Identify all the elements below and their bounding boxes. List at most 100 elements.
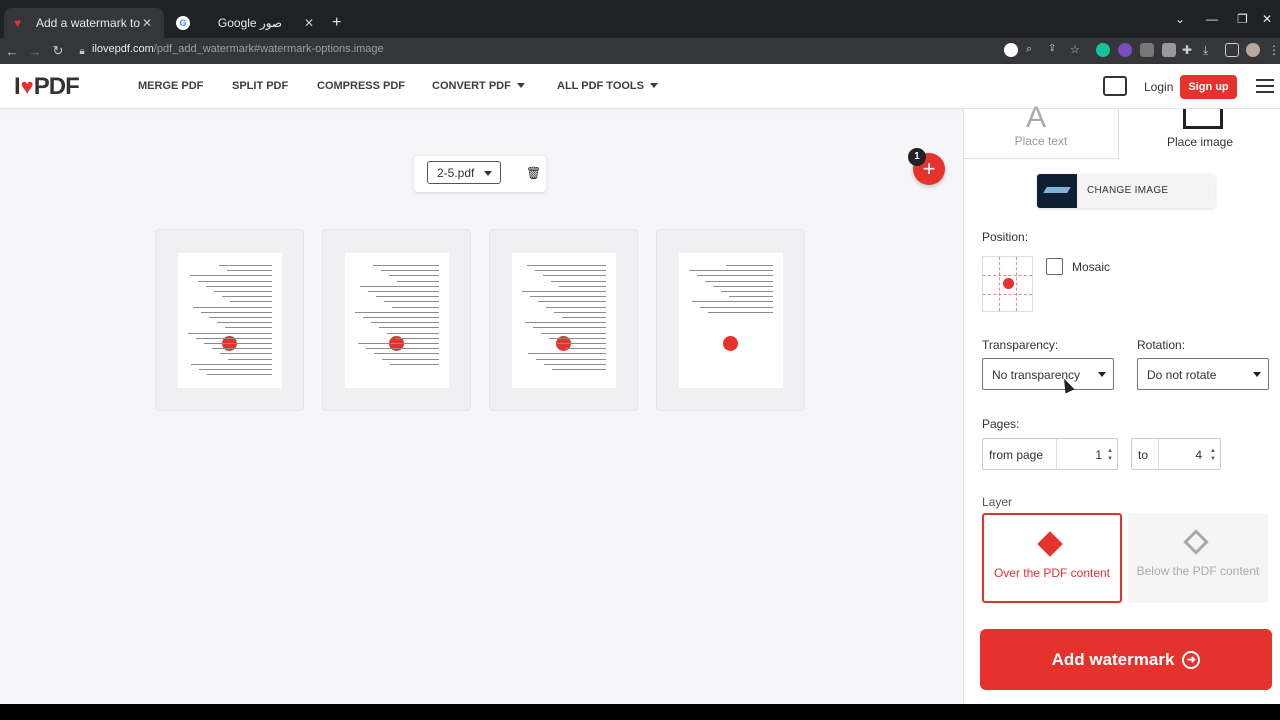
menu-label: COMPRESS PDF	[317, 80, 406, 92]
window-close-icon[interactable]: ✕	[1262, 12, 1272, 26]
menu-split-pdf[interactable]: SPLIT PDF	[232, 80, 288, 92]
page-text-line	[366, 348, 439, 350]
camera-icon[interactable]	[1162, 43, 1176, 57]
text-a-icon: A	[1026, 101, 1047, 134]
pages-label: Pages:	[982, 417, 1020, 431]
menu-compress-pdf[interactable]: COMPRESS PDF	[317, 80, 405, 92]
share-icon[interactable]: ⇪	[1048, 43, 1062, 57]
page-text-line	[689, 270, 773, 272]
from-page-field[interactable]: from page 1 ▲ ▼	[982, 438, 1118, 470]
page-card-4[interactable]	[656, 229, 805, 411]
page-text-line	[557, 343, 606, 344]
avatar[interactable]	[1246, 43, 1260, 57]
mosaic-checkbox[interactable]	[1046, 258, 1063, 275]
layers-icon	[1183, 529, 1209, 555]
transparency-select[interactable]: No transparency	[982, 358, 1114, 390]
signup-button[interactable]: Sign up	[1180, 75, 1237, 99]
page-card-1[interactable]	[155, 229, 304, 411]
file-select[interactable]: 2-5.pdf	[427, 161, 501, 184]
page-text-line	[729, 296, 773, 298]
to-page-field[interactable]: to 4 ▲ ▼	[1131, 438, 1221, 470]
page-thumbnail	[512, 253, 616, 388]
download-icon[interactable]: ⤓	[1203, 43, 1217, 57]
image-icon	[1183, 109, 1223, 129]
tab-label: Place image	[1166, 135, 1234, 149]
menu-merge-pdf[interactable]: MERGE PDF	[138, 80, 203, 92]
maximize-icon[interactable]: ❐	[1237, 12, 1248, 26]
page-text-line	[207, 374, 272, 376]
page-text-line	[196, 337, 272, 339]
puzzle-icon[interactable]: ✚	[1182, 43, 1196, 57]
page-text-line	[700, 306, 773, 308]
page-text-line	[358, 343, 439, 344]
address-bar: ← → ↻ 🔒︎ ilovepdf.com/pdf_add_watermark#…	[0, 38, 1280, 64]
reload-icon[interactable]: ↻	[47, 43, 69, 59]
google-icon[interactable]	[1004, 43, 1018, 57]
rotation-select[interactable]: Do not rotate	[1137, 358, 1269, 390]
close-icon[interactable]: ✕	[302, 16, 316, 30]
layers-icon	[1037, 531, 1063, 557]
minimize-icon[interactable]: —	[1206, 12, 1218, 26]
add-watermark-button[interactable]: Add watermark ➜	[980, 629, 1272, 690]
tab-place-text[interactable]: A Place text	[964, 101, 1119, 159]
layer-over-label: Over the PDF content	[993, 566, 1111, 580]
trash-icon[interactable]: 🗑︎	[526, 166, 541, 180]
tab-google-photos[interactable]: G Google صور ✕	[166, 8, 326, 38]
page-text-line	[708, 311, 773, 313]
page-text-line	[228, 358, 272, 360]
extension-en-icon[interactable]	[1118, 43, 1132, 57]
page-text-line	[225, 327, 272, 329]
stepper-icon[interactable]: ▲ ▼	[1107, 447, 1113, 463]
tab-label: Place text	[1014, 134, 1068, 148]
side-panel-icon[interactable]	[1225, 43, 1239, 57]
close-icon[interactable]: ✕	[140, 16, 154, 30]
bookmark-star-icon[interactable]: ☆	[1070, 43, 1084, 57]
page-text-line	[546, 306, 606, 308]
add-watermark-label: Add watermark	[1051, 650, 1175, 669]
hamburger-menu-icon[interactable]	[1256, 79, 1274, 93]
page-text-line	[384, 301, 439, 303]
change-image-button[interactable]: CHANGE IMAGE	[1037, 174, 1215, 208]
new-tab-icon[interactable]: +	[332, 14, 341, 32]
page-card-3[interactable]	[489, 229, 638, 411]
back-icon[interactable]: ←	[1, 44, 23, 59]
layer-below-option[interactable]: Below the PDF content	[1128, 513, 1268, 603]
zoom-icon[interactable]: ⌕	[1026, 43, 1040, 57]
position-grid[interactable]	[982, 256, 1033, 312]
chevron-down-icon	[650, 83, 658, 88]
page-text-line	[726, 265, 773, 266]
tab-ilovepdf[interactable]: ♥ Add a watermark to a PDF. Add ✕	[4, 8, 164, 38]
extension-icon[interactable]	[1140, 43, 1154, 57]
menu-label: MERGE PDF	[138, 80, 204, 92]
url-field[interactable]: ilovepdf.com/pdf_add_watermark#watermark…	[92, 43, 384, 55]
grammarly-icon[interactable]	[1096, 43, 1110, 57]
mosaic-label: Mosaic	[1072, 260, 1111, 274]
forward-icon[interactable]: →	[24, 44, 46, 59]
chevron-down-icon	[1253, 372, 1261, 377]
more-icon[interactable]: ⋮	[1268, 43, 1280, 57]
stepper-icon[interactable]: ▲ ▼	[1210, 447, 1216, 463]
page-text-line	[219, 265, 272, 266]
menu-convert-pdf[interactable]: CONVERT PDF	[432, 80, 525, 92]
page-text-line	[522, 291, 606, 292]
to-page-value: 4	[1195, 448, 1202, 462]
page-text-line	[209, 317, 272, 318]
menu-label: ALL PDF TOOLS	[557, 80, 644, 92]
page-text-line	[188, 332, 272, 334]
page-text-line	[220, 353, 272, 355]
tab-search-icon[interactable]: ⌄	[1175, 12, 1185, 26]
ilovepdf-logo[interactable]: I ♥ PDF	[14, 73, 80, 101]
layer-over-option[interactable]: Over the PDF content	[982, 513, 1122, 603]
page-text-line	[559, 285, 606, 287]
menu-all-pdf-tools[interactable]: ALL PDF TOOLS	[557, 80, 658, 92]
page-text-line	[692, 301, 773, 303]
page-card-2[interactable]	[322, 229, 471, 411]
desktop-download-icon[interactable]	[1103, 76, 1127, 96]
page-text-line	[390, 363, 439, 365]
page-text-line	[193, 306, 272, 308]
login-link[interactable]: Login	[1144, 80, 1173, 94]
tab-place-image[interactable]: Place image	[1119, 109, 1280, 159]
watermark-image-thumbnail	[1037, 174, 1077, 208]
page-text-line	[528, 353, 606, 355]
position-center-dot[interactable]	[1003, 278, 1014, 289]
